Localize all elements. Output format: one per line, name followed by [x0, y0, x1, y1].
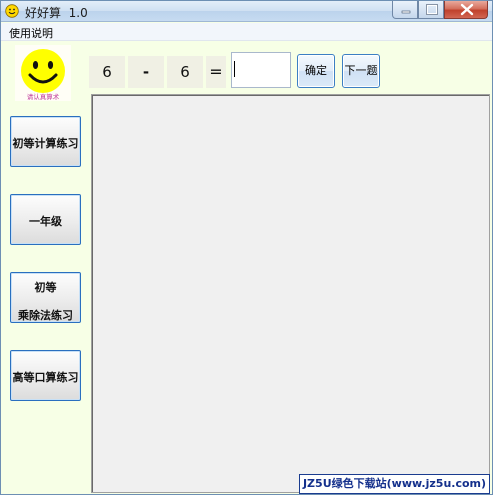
- grade-one-label: 一年级: [29, 215, 62, 228]
- smiley-face-icon: 请认真算术: [21, 49, 65, 101]
- operand-1: 6: [89, 56, 125, 88]
- smiley-icon: [5, 4, 19, 18]
- multiply-divide-line2: 乘除法练习: [18, 309, 73, 322]
- minimize-icon: [401, 10, 411, 14]
- title-bar[interactable]: 好好算 1.0: [1, 1, 492, 22]
- advanced-mental-math-label: 高等口算练习: [12, 371, 79, 384]
- operand-2: 6: [167, 56, 203, 88]
- menu-bar: 使用说明: [1, 23, 492, 41]
- basic-calc-practice-button[interactable]: 初等计算练习: [10, 116, 81, 167]
- maximize-button[interactable]: [418, 1, 444, 19]
- window-title: 好好算 1.0: [25, 6, 88, 20]
- multiply-divide-line1: 初等: [34, 281, 57, 294]
- confirm-button[interactable]: 确定: [297, 54, 335, 88]
- operator: -: [128, 56, 164, 88]
- menu-item-help[interactable]: 使用说明: [9, 25, 53, 41]
- maximize-icon: [426, 4, 438, 15]
- logo-caption: 请认真算术: [27, 92, 60, 101]
- basic-calc-practice-label: 初等计算练习: [12, 137, 79, 150]
- app-logo: 请认真算术: [15, 45, 71, 101]
- close-icon: [460, 3, 474, 16]
- multiply-divide-practice-button[interactable]: 初等 乘除法练习: [10, 272, 81, 323]
- minimize-button[interactable]: [392, 1, 418, 19]
- work-area: [91, 94, 490, 493]
- advanced-mental-math-button[interactable]: 高等口算练习: [10, 350, 81, 401]
- equals-sign: =: [206, 56, 226, 88]
- text-caret: [234, 61, 235, 77]
- next-question-button[interactable]: 下一题: [342, 54, 380, 88]
- watermark: JZ5U绿色下载站(www.jz5u.com): [299, 474, 490, 494]
- window-controls: [392, 1, 488, 19]
- close-button[interactable]: [444, 1, 488, 19]
- grade-one-button[interactable]: 一年级: [10, 194, 81, 245]
- app-window: 好好算 1.0 使用说明 请认真算术 初等计算练习 一年级 初等 乘除法练习 高…: [0, 0, 493, 495]
- answer-input[interactable]: [231, 52, 291, 88]
